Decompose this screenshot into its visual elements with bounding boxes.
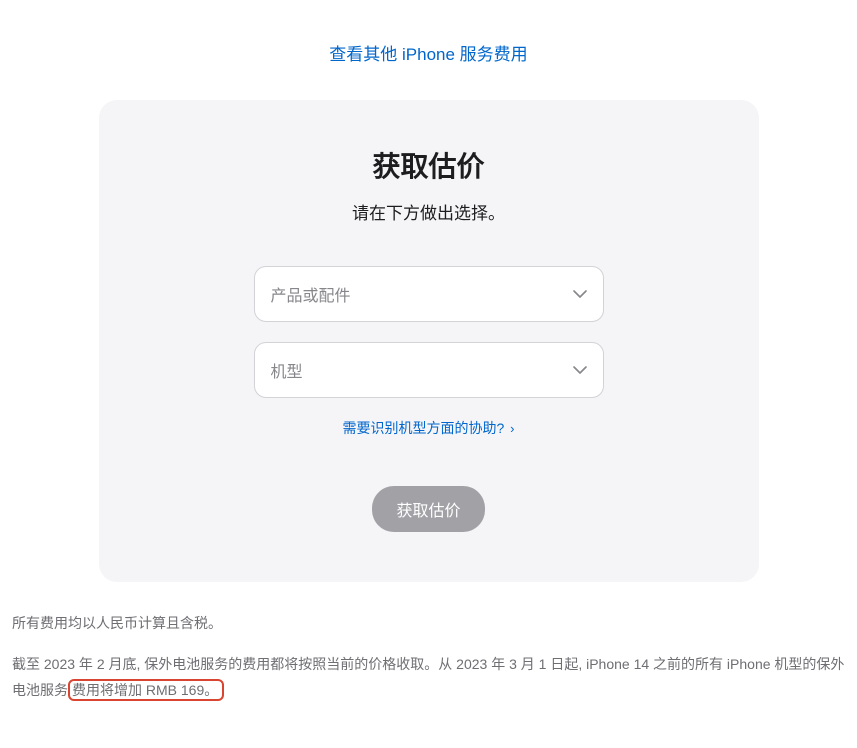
model-select[interactable]: 机型	[254, 342, 604, 398]
identify-model-help-link[interactable]: 需要识别机型方面的协助? ›	[342, 420, 514, 436]
card-subtitle: 请在下方做出选择。	[139, 199, 719, 224]
help-link-label: 需要识别机型方面的协助?	[342, 420, 504, 436]
product-select-placeholder: 产品或配件	[271, 282, 351, 306]
get-estimate-button[interactable]: 获取估价	[372, 486, 484, 532]
chevron-down-icon	[573, 290, 587, 298]
top-link-wrapper: 查看其他 iPhone 服务费用	[10, 40, 847, 65]
footer-text: 所有费用均以人民币计算且含税。 截至 2023 年 2 月底, 保外电池服务的费…	[10, 610, 847, 704]
product-select-wrapper: 产品或配件	[254, 266, 604, 322]
footer-line-2: 截至 2023 年 2 月底, 保外电池服务的费用都将按照当前的价格收取。从 2…	[12, 651, 845, 704]
estimate-card: 获取估价 请在下方做出选择。 产品或配件 机型 需要识别机型方面的协助? ›	[99, 100, 759, 582]
help-link-wrapper: 需要识别机型方面的协助? ›	[139, 418, 719, 438]
model-select-placeholder: 机型	[271, 358, 303, 382]
chevron-down-icon	[573, 366, 587, 374]
model-select-wrapper: 机型	[254, 342, 604, 398]
chevron-right-icon: ›	[510, 421, 514, 436]
footer-line-1: 所有费用均以人民币计算且含税。	[12, 610, 845, 637]
footer-highlight: 费用将增加 RMB 169。	[68, 679, 224, 701]
other-service-fees-link[interactable]: 查看其他 iPhone 服务费用	[329, 45, 527, 64]
card-title: 获取估价	[139, 145, 719, 185]
product-select[interactable]: 产品或配件	[254, 266, 604, 322]
